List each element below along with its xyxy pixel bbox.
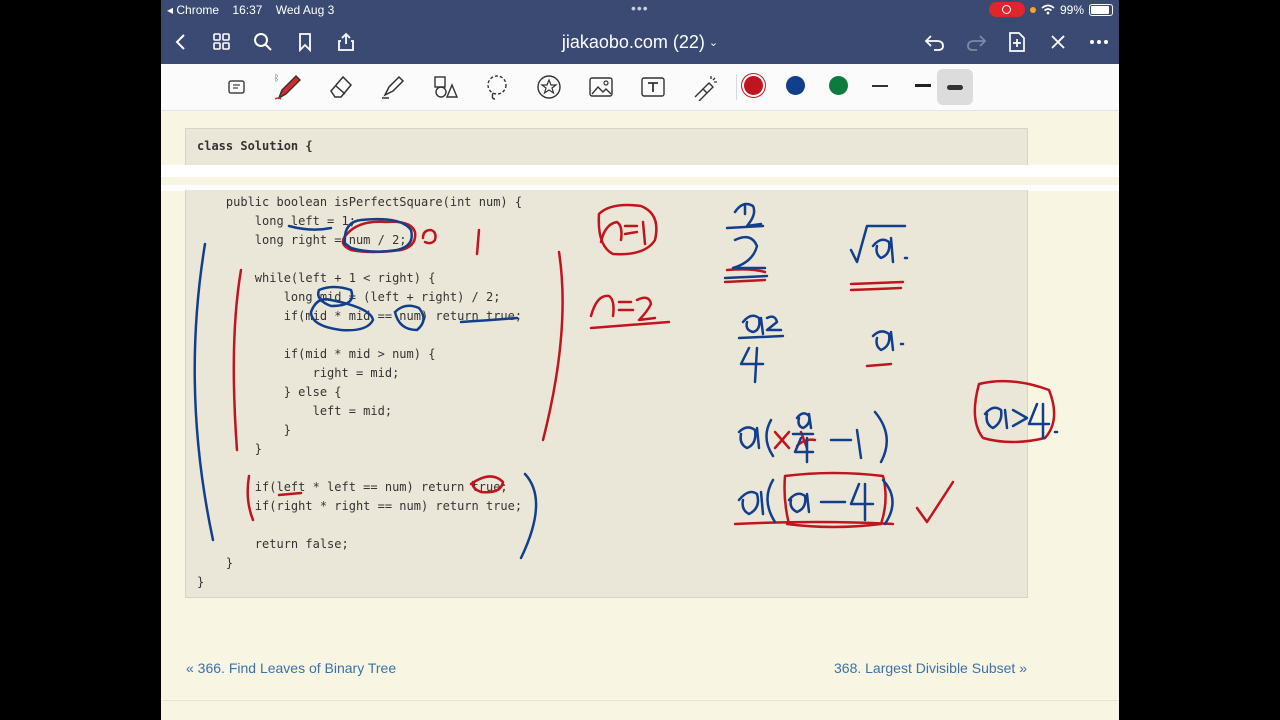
handwriting-overlay — [193, 202, 1059, 560]
blue-ink-marks — [193, 202, 1059, 560]
ipad-screen: ◂ Chrome 16:37 Wed Aug 3 ••• 99% jiakaob… — [161, 0, 1119, 720]
red-ink-code-marks — [232, 203, 1056, 529]
